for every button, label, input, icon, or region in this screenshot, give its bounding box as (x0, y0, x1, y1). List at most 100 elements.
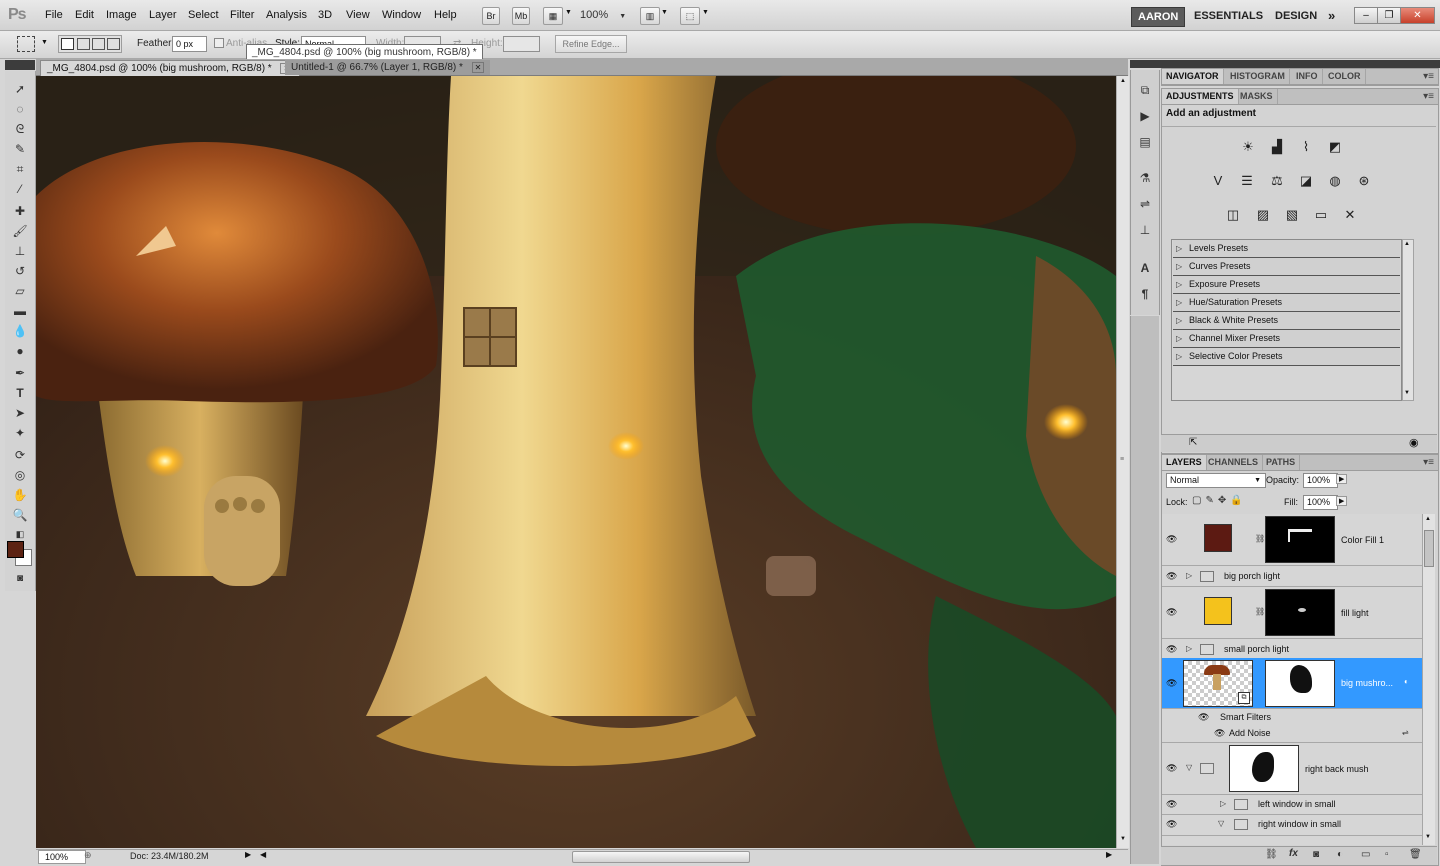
filter-name[interactable]: Add Noise (1229, 728, 1271, 738)
arrange-documents-button[interactable]: ▥ (640, 7, 660, 25)
lock-position-icon[interactable]: ✥ (1218, 495, 1230, 506)
layer-group-right-back-mush[interactable]: 👁 ▽ right back mush (1162, 743, 1422, 795)
chevron-down-icon[interactable]: ▼ (41, 39, 48, 46)
scroll-up-icon[interactable]: ▲ (1425, 516, 1431, 522)
smart-filters-row[interactable]: 👁 Smart Filters (1162, 709, 1422, 725)
disclosure-triangle-open-icon[interactable]: ▽ (1186, 763, 1192, 772)
disclosure-triangle-icon[interactable]: ▷ (1176, 312, 1182, 329)
clone-stamp-tool-icon[interactable]: ⊥ (11, 243, 29, 259)
disclosure-triangle-icon[interactable]: ▷ (1176, 330, 1182, 347)
disclosure-triangle-icon[interactable]: ▷ (1186, 644, 1192, 653)
more-workspaces-button[interactable]: » (1322, 7, 1341, 25)
tab-paths[interactable]: PATHS (1262, 455, 1301, 470)
opacity-slider-arrow-icon[interactable]: ▶ (1336, 474, 1348, 484)
dodge-tool-icon[interactable]: ● (11, 343, 29, 359)
blend-mode-select[interactable]: Normal ▼ (1166, 473, 1266, 488)
layer-name[interactable]: right window in small (1258, 819, 1341, 829)
history-panel-icon[interactable]: ⧉ (1137, 82, 1153, 98)
brush-tool-icon[interactable]: 🖌 (11, 223, 29, 239)
selective-color-icon[interactable]: ✕ (1339, 205, 1361, 225)
healing-brush-tool-icon[interactable]: ✚ (11, 203, 29, 219)
quick-mask-icon[interactable]: ◙ (11, 571, 29, 587)
pen-tool-icon[interactable]: ✒ (11, 365, 29, 381)
visibility-eye-icon[interactable]: 👁 (1166, 763, 1177, 774)
quick-selection-tool-icon[interactable]: ✎ (11, 141, 29, 157)
extras-grid-button[interactable]: ▦ (543, 7, 563, 25)
clip-to-layer-icon[interactable]: ◉ (1409, 436, 1419, 449)
curves-icon[interactable]: ⌇ (1295, 137, 1317, 157)
brush-presets-icon[interactable]: ⇌ (1137, 196, 1153, 212)
bridge-button[interactable]: Br (482, 7, 500, 25)
close-icon[interactable]: ✕ (471, 62, 485, 73)
lock-paint-icon[interactable]: ✎ (1205, 495, 1217, 506)
lock-options[interactable]: ▢✎✥🔒 (1192, 495, 1247, 506)
layer-group-small-porch-light[interactable]: 👁 ▷ small porch light (1162, 639, 1422, 660)
paragraph-panel-icon[interactable]: ¶ (1137, 286, 1153, 302)
list-item[interactable]: ▷ Channel Mixer Presets (1173, 330, 1400, 348)
disclosure-triangle-icon[interactable]: ▷ (1220, 799, 1226, 808)
layer-row-fill-light[interactable]: 👁 ⛓ fill light (1162, 587, 1422, 639)
link-layers-icon[interactable]: ⛓ (1265, 849, 1278, 860)
document-tab-untitled[interactable]: Untitled-1 @ 66.7% (Layer 1, RGB/8) * ✕ (285, 60, 491, 75)
menu-help[interactable]: Help (434, 9, 457, 21)
new-layer-icon[interactable]: ▫ (1385, 849, 1389, 860)
group-mask-thumbnail[interactable] (1229, 745, 1299, 792)
filter-row-add-noise[interactable]: 👁 Add Noise ⇌ (1162, 725, 1422, 743)
custom-shape-tool-icon[interactable]: ✦ (11, 425, 29, 441)
screen-mode-button[interactable]: ⬚ (680, 7, 700, 25)
hand-tool-icon[interactable]: ✋ (11, 487, 29, 503)
character-panel-icon[interactable]: A (1137, 260, 1153, 276)
color-balance-icon[interactable]: ⚖ (1266, 171, 1288, 191)
photo-filter-icon[interactable]: ◍ (1324, 171, 1346, 191)
disclosure-triangle-icon[interactable]: ▷ (1176, 294, 1182, 311)
layer-name[interactable]: big porch light (1224, 571, 1280, 581)
menu-filter[interactable]: Filter (230, 9, 254, 21)
menu-3d[interactable]: 3D (318, 9, 332, 21)
menu-view[interactable]: View (346, 9, 370, 21)
layer-name[interactable]: right back mush (1305, 764, 1369, 774)
scroll-right-icon[interactable]: ▶ (1106, 850, 1112, 859)
notes-panel-icon[interactable]: ▤ (1137, 134, 1153, 150)
default-colors-icon[interactable]: ◧ ⇆ (11, 526, 29, 555)
document-tab-active[interactable]: _MG_4804.psd @ 100% (big mushroom, RGB/8… (40, 60, 301, 76)
panel-menu-icon[interactable]: ▾≡ (1423, 455, 1434, 470)
visibility-eye-icon[interactable]: 👁 (1166, 534, 1177, 545)
refine-edge-button[interactable]: Refine Edge... (555, 35, 627, 53)
type-tool-icon[interactable]: T (11, 385, 29, 401)
menu-analysis[interactable]: Analysis (266, 9, 307, 21)
trash-icon[interactable]: 🗑 (1409, 849, 1422, 860)
channel-mixer-icon[interactable]: ⊛ (1353, 171, 1375, 191)
feather-input[interactable]: 0 px (172, 36, 207, 52)
layer-mask-thumbnail[interactable] (1265, 660, 1335, 707)
disclosure-triangle-icon[interactable]: ▷ (1176, 348, 1182, 365)
brightness-contrast-icon[interactable]: ☀ (1237, 137, 1259, 157)
menu-image[interactable]: Image (106, 9, 137, 21)
subtract-selection-icon[interactable] (92, 38, 105, 50)
disclosure-triangle-icon[interactable]: ▷ (1186, 571, 1192, 580)
workspace-aaron[interactable]: AARON (1131, 7, 1186, 27)
move-tool-icon[interactable]: ➚ (11, 81, 29, 97)
visibility-eye-icon[interactable]: 👁 (1166, 819, 1177, 830)
canvas-vertical-scrollbar[interactable]: ▲ ≡ ▼ (1116, 76, 1129, 848)
link-icon[interactable]: ⛓ (1255, 607, 1265, 616)
eraser-tool-icon[interactable]: ▱ (11, 283, 29, 299)
panel-menu-icon[interactable]: ▾≡ (1423, 69, 1434, 84)
exposure-icon[interactable]: ◩ (1324, 137, 1346, 157)
fill-slider-arrow-icon[interactable]: ▶ (1336, 496, 1348, 506)
horizontal-scroll-thumb[interactable] (572, 851, 750, 863)
panel-menu-icon[interactable]: ▾≡ (1423, 89, 1434, 104)
tab-channels[interactable]: CHANNELS (1204, 455, 1264, 470)
rectangular-marquee-icon[interactable] (17, 36, 35, 52)
zoom-tool-icon[interactable]: 🔍 (11, 507, 29, 523)
blur-tool-icon[interactable]: 💧 (11, 323, 29, 339)
filter-options-icon[interactable]: ⇌ (1402, 728, 1409, 737)
document-info-icon[interactable]: ⊕ (84, 850, 92, 861)
visibility-eye-icon[interactable]: 👁 (1166, 571, 1177, 582)
layer-name[interactable]: Color Fill 1 (1341, 535, 1384, 545)
scroll-down-icon[interactable]: ▼ (1425, 834, 1431, 840)
status-menu-arrow-icon[interactable]: ▶ (245, 850, 251, 859)
list-item[interactable]: ▷ Levels Presets (1173, 240, 1400, 258)
vibrance-icon[interactable]: V (1207, 171, 1229, 191)
layer-group-left-window[interactable]: 👁 ▷ left window in small (1162, 795, 1422, 815)
scroll-left-icon[interactable]: ◀ (260, 850, 266, 859)
